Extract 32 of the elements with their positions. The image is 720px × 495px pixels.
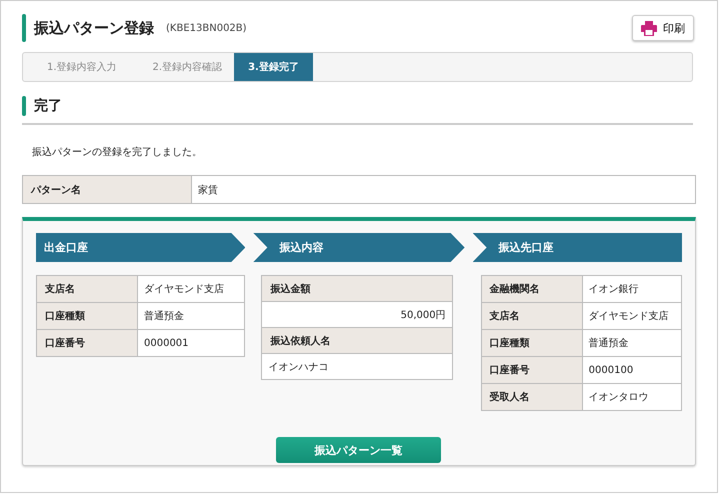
table-cell: 振込依頼人名 — [262, 328, 452, 354]
printer-icon — [641, 20, 657, 36]
step-label: 1.登録内容入力 — [46, 60, 118, 75]
table-cell: ダイヤモンド支店 — [582, 303, 681, 329]
table-cell: ダイヤモンド支店 — [138, 276, 244, 302]
page-title: 振込パターン登録 — [34, 18, 154, 38]
table-cell: 普通預金 — [138, 303, 244, 329]
table-cell: 振込金額 — [262, 276, 452, 302]
completion-message: 振込パターンの登録を完了しました。 — [32, 146, 203, 160]
screen-id: (KBE13BN002B) — [166, 22, 247, 34]
table-cell: 50,000円 — [262, 302, 452, 328]
section-header: 振込内容 — [253, 233, 465, 262]
table-cell: 受取人名 — [482, 384, 583, 410]
table-cell: 支店名 — [37, 276, 138, 302]
table-cell: 口座番号 — [37, 330, 138, 356]
table-cell: 口座種類 — [482, 330, 583, 356]
table-cell: パターン名 — [23, 176, 192, 203]
table-cell: イオン銀行 — [582, 276, 681, 302]
table-cell: 普通預金 — [582, 330, 681, 356]
table-cell: 支店名 — [482, 303, 583, 329]
table-cell: 0000100 — [582, 357, 681, 383]
section-title: 完了 — [34, 97, 62, 115]
table-cell: 口座種類 — [37, 303, 138, 329]
section-header: 出金口座 — [36, 233, 246, 262]
print-button[interactable]: 印刷 — [632, 15, 694, 41]
section-header: 振込先口座 — [472, 233, 682, 262]
table-cell: イオンタロウ — [582, 384, 681, 410]
table-cell: 口座番号 — [482, 357, 583, 383]
table-cell: イオンハナコ — [262, 354, 452, 380]
table-cell: 0000001 — [138, 330, 244, 356]
table-cell: 金融機関名 — [482, 276, 583, 302]
step-label: 2.登録内容確認 — [152, 60, 224, 75]
